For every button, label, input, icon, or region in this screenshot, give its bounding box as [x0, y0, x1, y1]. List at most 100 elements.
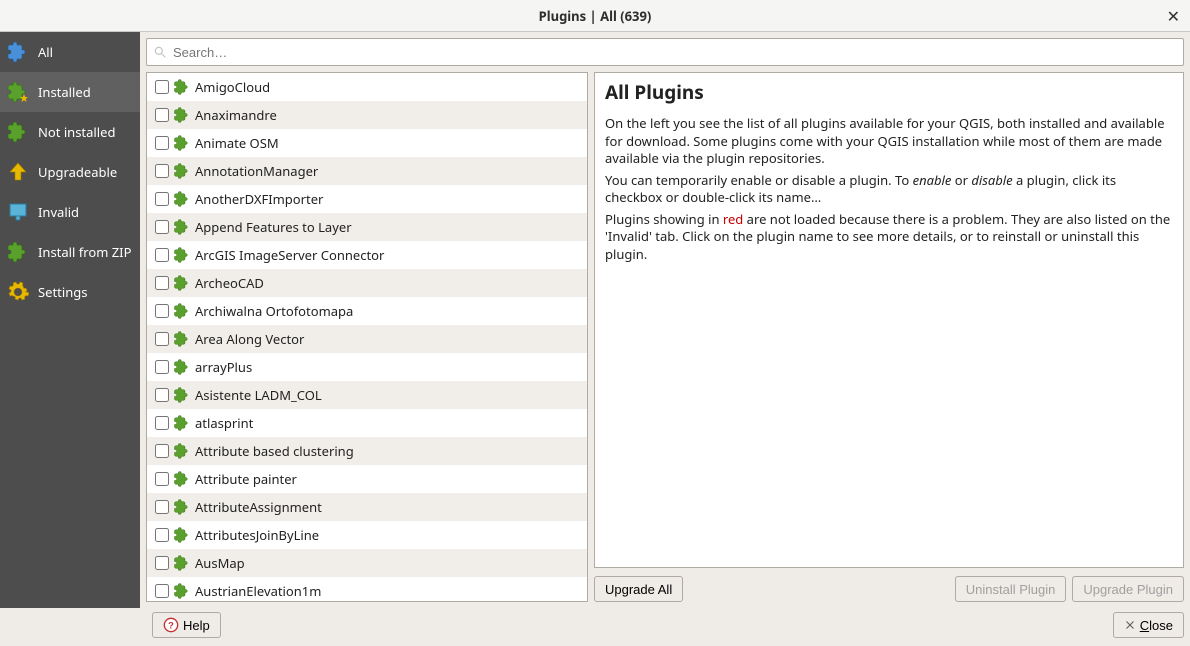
plugin-row[interactable]: Archiwalna Ortofotomapa	[147, 297, 587, 325]
plugin-name: arrayPlus	[195, 358, 252, 376]
help-button[interactable]: Help	[152, 612, 221, 638]
sidebar-item-installed[interactable]: Installed	[0, 72, 140, 112]
plugin-name: Attribute painter	[195, 470, 297, 488]
plugin-checkbox[interactable]	[155, 80, 169, 94]
plugin-checkbox[interactable]	[155, 500, 169, 514]
plugin-row[interactable]: AttributesJoinByLine	[147, 521, 587, 549]
plugin-row[interactable]: arrayPlus	[147, 353, 587, 381]
plugin-checkbox[interactable]	[155, 528, 169, 542]
puzzle-green-icon	[173, 78, 191, 96]
plugin-checkbox[interactable]	[155, 556, 169, 570]
titlebar: Plugins | All (639) ✕	[0, 0, 1190, 32]
puzzle-green-icon	[173, 442, 191, 460]
plugin-name: AusMap	[195, 554, 245, 572]
puzzle-green-icon	[173, 582, 191, 600]
plugin-name: Append Features to Layer	[195, 218, 352, 236]
plugin-row[interactable]: atlasprint	[147, 409, 587, 437]
sidebar-item-settings[interactable]: Settings	[0, 272, 140, 312]
uninstall-plugin-button[interactable]: Uninstall Plugin	[955, 576, 1067, 602]
sidebar-item-label: Not installed	[38, 123, 115, 141]
close-button-label: Close	[1140, 618, 1173, 633]
plugin-checkbox[interactable]	[155, 416, 169, 430]
plugin-checkbox[interactable]	[155, 584, 169, 598]
puzzle-green-icon	[173, 134, 191, 152]
plugin-row[interactable]: Attribute based clustering	[147, 437, 587, 465]
sidebar-item-all[interactable]: All	[0, 32, 140, 72]
plugin-name: AnnotationManager	[195, 162, 318, 180]
plugin-checkbox[interactable]	[155, 444, 169, 458]
plugin-checkbox[interactable]	[155, 304, 169, 318]
plugin-name: ArcheoCAD	[195, 274, 264, 292]
plugin-row[interactable]: AusMap	[147, 549, 587, 577]
plugin-checkbox[interactable]	[155, 388, 169, 402]
upgrade-plugin-button[interactable]: Upgrade Plugin	[1072, 576, 1184, 602]
plugin-checkbox[interactable]	[155, 248, 169, 262]
upgrade-all-button[interactable]: Upgrade All	[594, 576, 683, 602]
puzzle-green-icon	[173, 190, 191, 208]
plugin-row[interactable]: Attribute painter	[147, 465, 587, 493]
plugin-checkbox[interactable]	[155, 192, 169, 206]
puzzle-green-icon	[173, 274, 191, 292]
puzzle-green-icon	[173, 498, 191, 516]
close-icon	[1124, 619, 1136, 631]
sidebar-item-label: All	[38, 43, 53, 61]
plugin-name: Archiwalna Ortofotomapa	[195, 302, 353, 320]
sidebar-item-label: Invalid	[38, 203, 79, 221]
sidebar-item-upgradeable[interactable]: Upgradeable	[0, 152, 140, 192]
sidebar-item-invalid[interactable]: Invalid	[0, 192, 140, 232]
window-title: Plugins | All (639)	[539, 7, 652, 25]
plugin-row[interactable]: Asistente LADM_COL	[147, 381, 587, 409]
window-close-button[interactable]: ✕	[1167, 6, 1180, 26]
search-field[interactable]	[146, 38, 1184, 66]
plugin-list-pane: AmigoCloud Anaximandre Animate OSM Annotati…	[146, 72, 588, 602]
search-wrap	[146, 38, 1184, 66]
detail-heading: All Plugins	[605, 79, 1173, 105]
plugin-row[interactable]: Anaximandre	[147, 101, 587, 129]
plugin-checkbox[interactable]	[155, 136, 169, 150]
plugin-checkbox[interactable]	[155, 332, 169, 346]
plugin-list[interactable]: AmigoCloud Anaximandre Animate OSM Annotati…	[147, 73, 587, 601]
plugin-name: AustrianElevation1m	[195, 582, 321, 600]
plugin-checkbox[interactable]	[155, 472, 169, 486]
sidebar-item-label: Settings	[38, 283, 87, 301]
puzzle-green-icon	[173, 386, 191, 404]
sidebar-item-not-installed[interactable]: Not installed	[0, 112, 140, 152]
puzzle-green-icon	[173, 162, 191, 180]
puzzle-green-icon	[173, 414, 191, 432]
plugin-row[interactable]: AnnotationManager	[147, 157, 587, 185]
plugin-name: atlasprint	[195, 414, 253, 432]
plugin-row[interactable]: Area Along Vector	[147, 325, 587, 353]
puzzle-green-icon	[173, 302, 191, 320]
plugin-row[interactable]: Animate OSM	[147, 129, 587, 157]
detail-p2: You can temporarily enable or disable a …	[605, 172, 1173, 207]
sidebar-item-install-zip[interactable]: Install from ZIP	[0, 232, 140, 272]
puzzle-green-icon	[173, 554, 191, 572]
plugin-row[interactable]: AmigoCloud	[147, 73, 587, 101]
arrow-up-icon	[6, 160, 30, 184]
plugin-row[interactable]: AnotherDXFImporter	[147, 185, 587, 213]
plugin-name: AttributeAssignment	[195, 498, 322, 516]
plugin-row[interactable]: AttributeAssignment	[147, 493, 587, 521]
puzzle-green-icon	[173, 246, 191, 264]
plugin-checkbox[interactable]	[155, 164, 169, 178]
plugin-row[interactable]: ArcheoCAD	[147, 269, 587, 297]
puzzle-green-icon	[173, 470, 191, 488]
detail-text: All Plugins On the left you see the list…	[594, 72, 1184, 568]
detail-buttons: Upgrade All Uninstall Plugin Upgrade Plu…	[594, 576, 1184, 602]
plugin-checkbox[interactable]	[155, 108, 169, 122]
plugin-checkbox[interactable]	[155, 276, 169, 290]
plugin-checkbox[interactable]	[155, 220, 169, 234]
plugin-name: Anaximandre	[195, 106, 277, 124]
content-area: AmigoCloud Anaximandre Animate OSM Annotati…	[140, 32, 1190, 608]
puzzle-green-icon	[6, 240, 30, 264]
plugin-row[interactable]: Append Features to Layer	[147, 213, 587, 241]
search-input[interactable]	[173, 45, 1177, 60]
puzzle-greenstar-icon	[6, 80, 30, 104]
plugin-row[interactable]: ArcGIS ImageServer Connector	[147, 241, 587, 269]
close-button[interactable]: Close	[1113, 612, 1184, 638]
plugin-name: AttributesJoinByLine	[195, 526, 319, 544]
plugin-row[interactable]: AustrianElevation1m	[147, 577, 587, 601]
invalid-icon	[6, 200, 30, 224]
plugin-checkbox[interactable]	[155, 360, 169, 374]
gear-icon	[6, 280, 30, 304]
